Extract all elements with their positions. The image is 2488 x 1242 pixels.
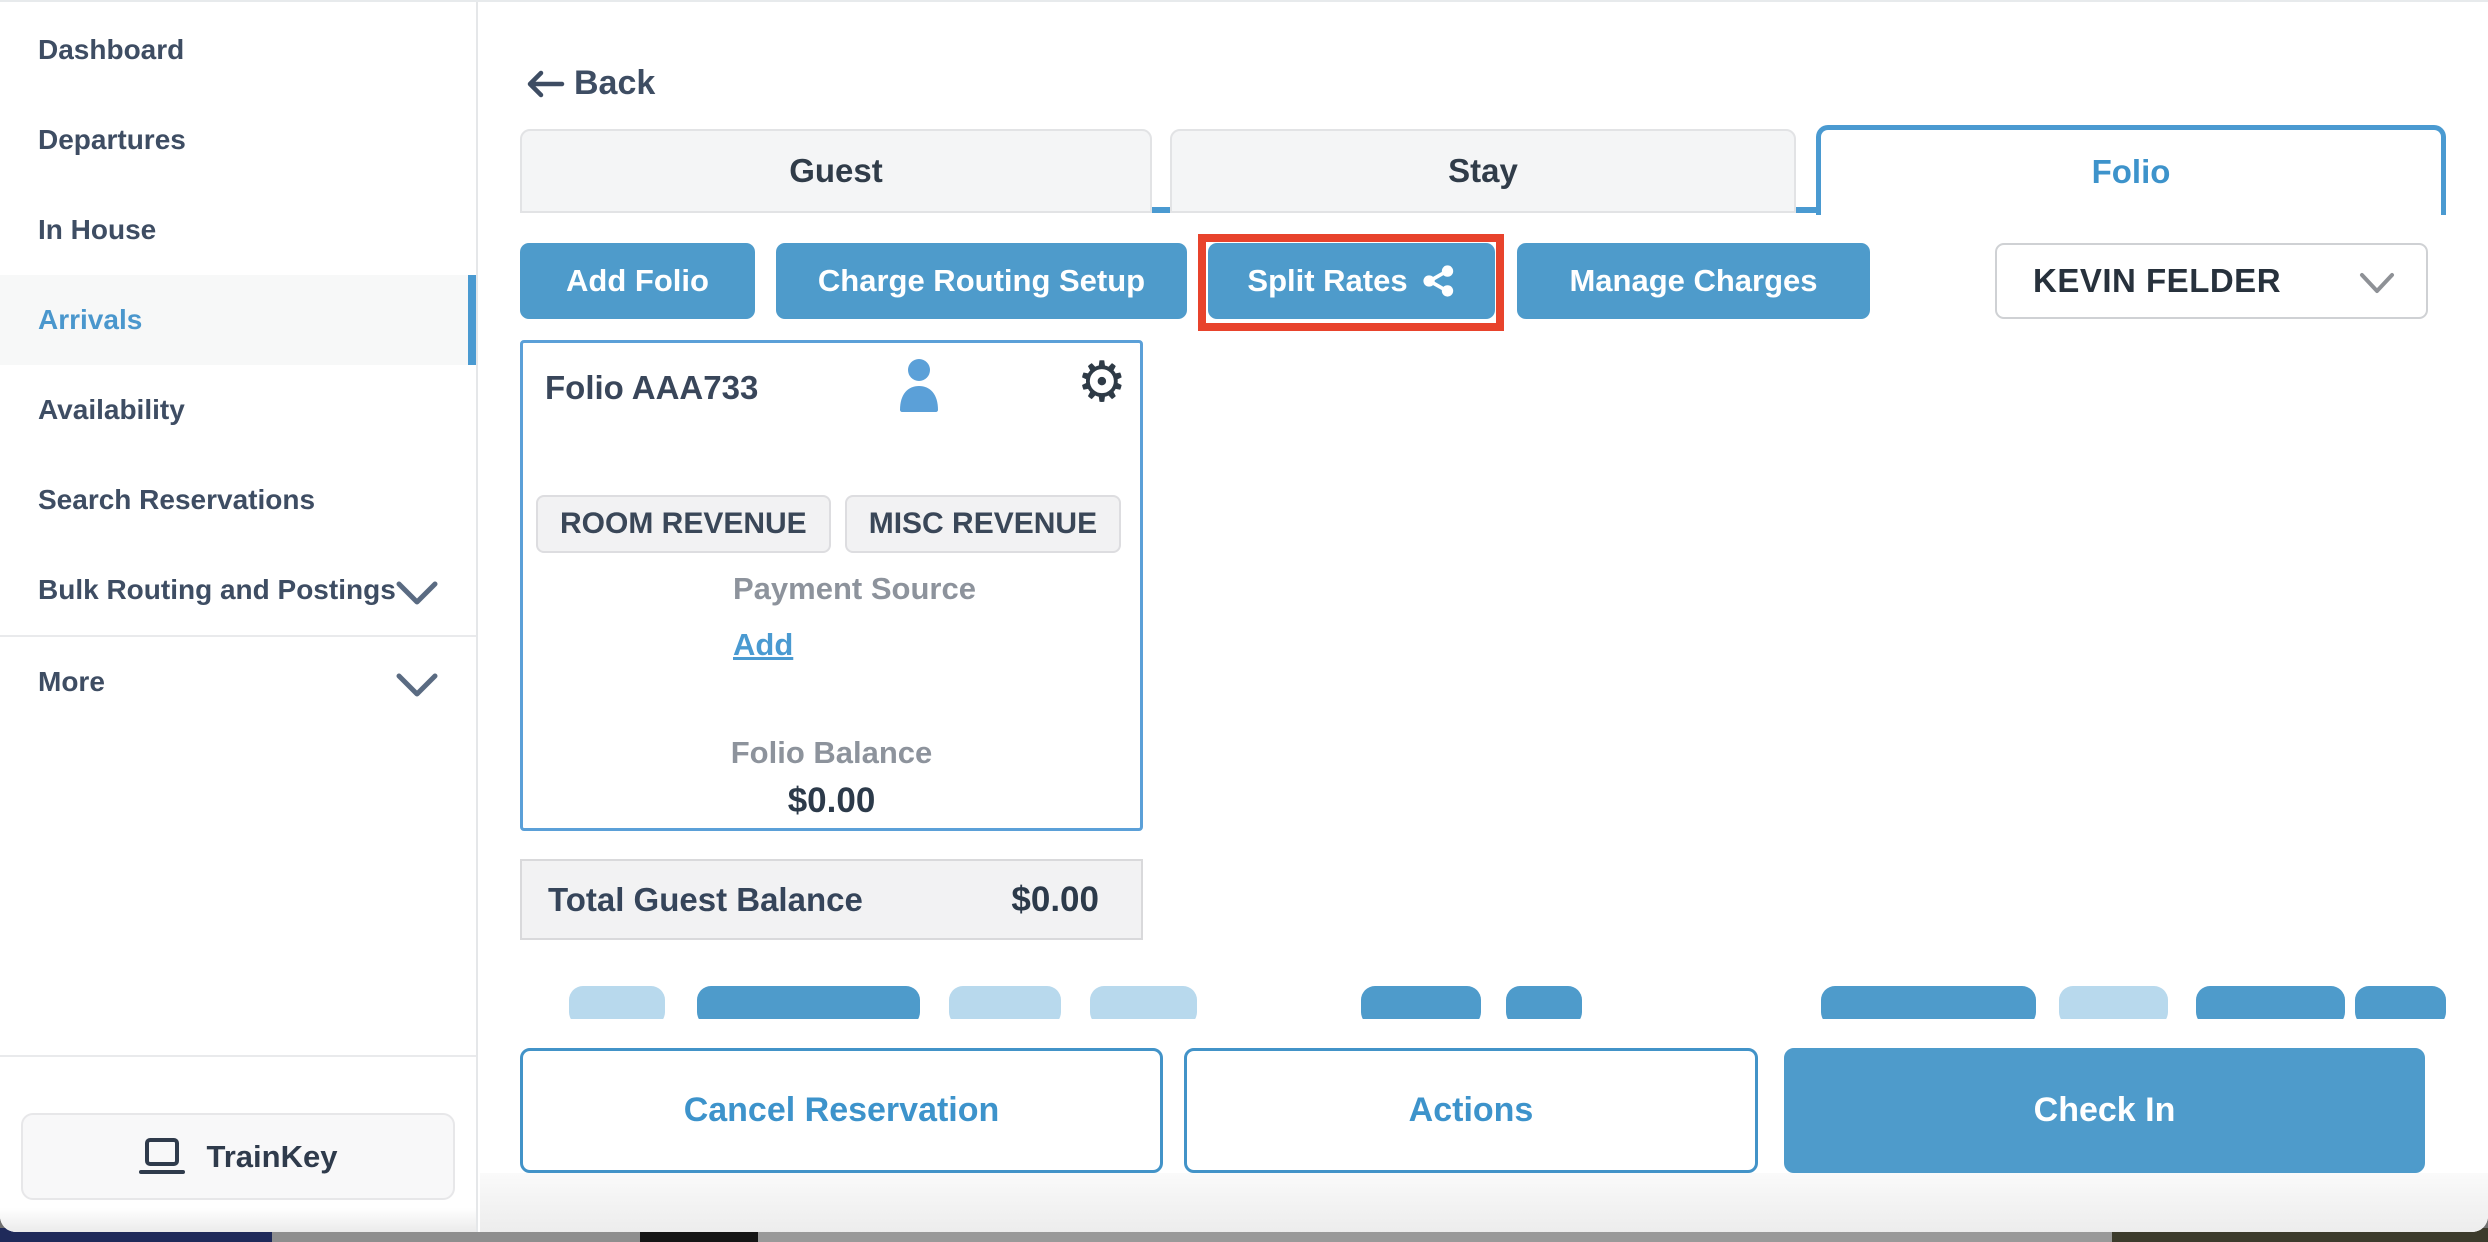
sidebar-item-search-reservations[interactable]: Search Reservations [0, 455, 476, 545]
partial-chip[interactable] [569, 986, 665, 1019]
trainkey-button[interactable]: TrainKey [21, 1113, 455, 1200]
payment-source-label: Payment Source [733, 571, 976, 607]
partial-chip[interactable] [2059, 986, 2168, 1019]
misc-revenue-chip[interactable]: MISC REVENUE [845, 495, 1121, 553]
app-window: Dashboard Departures In House Arrivals A… [0, 0, 2488, 1232]
sidebar-fade [0, 1208, 476, 1232]
partial-chip[interactable] [2196, 986, 2345, 1019]
folio-chip-row: ROOM REVENUE MISC REVENUE [536, 495, 1121, 553]
sidebar-item-label: Bulk Routing and Postings [38, 574, 396, 605]
partial-chip[interactable] [2355, 986, 2446, 1019]
cancel-reservation-button[interactable]: Cancel Reservation [520, 1048, 1163, 1173]
sidebar-divider [0, 1055, 476, 1057]
sidebar-item-arrivals[interactable]: Arrivals [0, 275, 476, 365]
folio-title: Folio AAA733 [545, 369, 758, 407]
partial-chip[interactable] [697, 986, 920, 1019]
add-payment-link[interactable]: Add [733, 627, 793, 663]
sidebar-item-dashboard[interactable]: Dashboard [0, 5, 476, 95]
total-guest-balance-bar: Total Guest Balance $0.00 [520, 859, 1143, 940]
back-label: Back [574, 64, 655, 103]
chevron-down-icon [394, 670, 440, 700]
trainkey-label: TrainKey [207, 1139, 338, 1175]
split-rates-button[interactable]: Split Rates [1208, 243, 1495, 319]
chevron-down-icon [2358, 271, 2396, 297]
manage-charges-button[interactable]: Manage Charges [1517, 243, 1870, 319]
arrow-left-icon [524, 68, 566, 100]
sidebar-item-in-house[interactable]: In House [0, 185, 476, 275]
back-button[interactable]: Back [524, 64, 655, 103]
sidebar-nav: Dashboard Departures In House Arrivals A… [0, 5, 476, 725]
active-indicator-bar [468, 275, 476, 365]
folio-balance-label: Folio Balance [523, 735, 1140, 771]
partial-chip[interactable] [1361, 986, 1481, 1019]
guest-select-value: KEVIN FELDER [1997, 262, 2281, 300]
actions-button[interactable]: Actions [1184, 1048, 1758, 1173]
sidebar-item-label: Arrivals [38, 304, 142, 335]
check-in-button[interactable]: Check In [1784, 1048, 2425, 1173]
main-content: Back Guest Stay Folio Add Folio Charge R… [480, 2, 2488, 1232]
room-revenue-chip[interactable]: ROOM REVENUE [536, 495, 831, 553]
payment-source-block: Payment Source Add [733, 571, 976, 663]
sidebar-item-availability[interactable]: Availability [0, 365, 476, 455]
sidebar: Dashboard Departures In House Arrivals A… [0, 2, 478, 1232]
charge-routing-setup-button[interactable]: Charge Routing Setup [776, 243, 1187, 319]
folio-balance-value: $0.00 [523, 781, 1140, 821]
tab-stay[interactable]: Stay [1170, 129, 1796, 213]
share-icon [1422, 264, 1456, 298]
folio-card: Folio AAA733 ⚙ ROOM REVENUE MISC REVENUE… [520, 340, 1143, 831]
gear-icon[interactable]: ⚙ [1077, 355, 1127, 411]
partial-chip[interactable] [1821, 986, 2036, 1019]
total-guest-balance-label: Total Guest Balance [522, 881, 1011, 919]
tab-guest[interactable]: Guest [520, 129, 1152, 213]
partial-chips-row [480, 986, 2488, 1019]
sidebar-item-label: More [38, 666, 105, 697]
tab-folio[interactable]: Folio [1816, 125, 2446, 215]
total-guest-balance-value: $0.00 [1011, 880, 1141, 920]
person-icon [895, 358, 943, 412]
sidebar-item-departures[interactable]: Departures [0, 95, 476, 185]
split-rates-label: Split Rates [1247, 263, 1407, 299]
sidebar-item-bulk-routing[interactable]: Bulk Routing and Postings [0, 545, 476, 635]
guest-select[interactable]: KEVIN FELDER [1995, 243, 2428, 319]
sidebar-item-more[interactable]: More [0, 635, 476, 725]
add-folio-button[interactable]: Add Folio [520, 243, 755, 319]
bottom-band [480, 1173, 2488, 1232]
partial-chip[interactable] [1506, 986, 1582, 1019]
chevron-down-icon [394, 578, 440, 608]
partial-chip[interactable] [949, 986, 1061, 1019]
laptop-icon [139, 1136, 185, 1178]
partial-chip[interactable] [1090, 986, 1197, 1019]
